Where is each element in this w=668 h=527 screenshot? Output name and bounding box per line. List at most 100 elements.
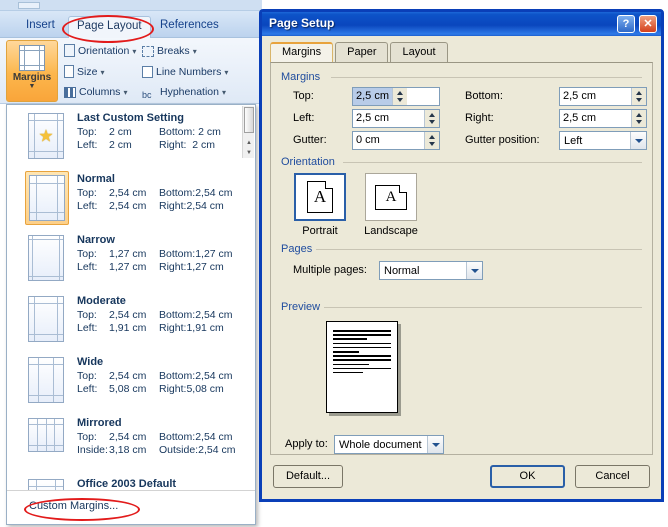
bottom-margin-stepper[interactable] xyxy=(631,88,646,105)
tab-layout[interactable]: Layout xyxy=(390,42,448,63)
page-glyph: A xyxy=(385,188,397,205)
line-numbers-command[interactable]: Line Numbers ▾ xyxy=(142,63,228,82)
top-margin-stepper[interactable] xyxy=(392,88,408,105)
chevron-down-icon[interactable] xyxy=(427,436,443,453)
scrollbar-thumb[interactable] xyxy=(244,107,254,133)
right-label: Right: xyxy=(465,112,494,124)
preset-title: Wide xyxy=(77,356,104,368)
qat-placeholder xyxy=(18,2,40,9)
cancel-button-label: Cancel xyxy=(595,470,630,482)
gutter-position-value: Left xyxy=(564,134,583,147)
gutter-position-select[interactable]: Left xyxy=(559,131,647,150)
margins-gallery-dropdown: ★ Last Custom Setting Top: 2 cm Bottom: … xyxy=(6,104,256,525)
thumb-wrap xyxy=(25,171,69,225)
margin-preview-icon xyxy=(28,296,64,342)
right-value: 1,27 cm xyxy=(186,261,224,273)
bottom-label: Bottom: xyxy=(159,187,196,199)
preset-title: Office 2003 Default xyxy=(77,478,177,490)
breaks-command[interactable]: Breaks ▾ xyxy=(142,42,197,61)
chevron-down-icon[interactable] xyxy=(466,262,482,279)
left-margin-stepper[interactable] xyxy=(424,110,439,127)
dialog-body: Margins Paper Layout Margins Top: 2,5 cm xyxy=(262,36,661,499)
list-item[interactable]: Moderate Top: 2,54 cm Bottom:2,54 cm Lef… xyxy=(7,288,255,349)
portrait-label: Portrait xyxy=(290,225,350,237)
left-label: Left: xyxy=(77,383,98,395)
breaks-label: Breaks xyxy=(157,45,190,57)
left-label: Left: xyxy=(77,322,98,334)
bottom-value: 1,27 cm xyxy=(195,248,233,260)
tab-page-layout-label: Page Layout xyxy=(77,20,142,32)
tab-margins[interactable]: Margins xyxy=(270,42,334,63)
tab-paper[interactable]: Paper xyxy=(335,42,389,63)
landscape-option[interactable]: A xyxy=(365,173,417,221)
columns-command[interactable]: Columns ▾ xyxy=(64,83,127,102)
tab-page-layout[interactable]: Page Layout xyxy=(68,16,151,38)
right-margin-stepper[interactable] xyxy=(631,110,646,127)
chevron-down-icon[interactable] xyxy=(630,132,646,149)
gutter-input[interactable]: 0 cm xyxy=(352,131,440,150)
portrait-option[interactable]: A xyxy=(294,173,346,221)
list-item[interactable]: Wide Top: 2,54 cm Bottom:2,54 cm Left: 5… xyxy=(7,349,255,410)
preview-group-label: Preview xyxy=(281,301,326,313)
thumb-wrap xyxy=(25,354,69,408)
scroll-down-icon[interactable]: ▼ xyxy=(246,150,252,156)
size-command[interactable]: Size ▾ xyxy=(64,63,104,82)
bottom-margin-value: 2,5 cm xyxy=(563,90,597,102)
tab-margins-label: Margins xyxy=(282,46,322,58)
gallery-scrollbar[interactable]: ▲ ▼ xyxy=(242,106,254,158)
cancel-button[interactable]: Cancel xyxy=(575,465,650,488)
margin-preview-icon: ★ xyxy=(28,113,64,159)
tab-references[interactable]: References xyxy=(152,16,227,38)
bottom-value: 2,54 cm xyxy=(195,431,233,443)
margins-button[interactable]: Margins ▼ xyxy=(6,40,58,102)
preset-title: Moderate xyxy=(77,295,126,307)
default-button[interactable]: Default... xyxy=(273,465,343,488)
list-item[interactable]: Normal Top: 2,54 cm Bottom:2,54 cm Left:… xyxy=(7,166,255,227)
tab-insert[interactable]: Insert xyxy=(18,16,63,38)
inside-value: 3,18 cm xyxy=(109,444,147,456)
pages-group-label: Pages xyxy=(281,243,318,255)
bottom-label: Bottom: xyxy=(465,90,503,102)
right-margin-input[interactable]: 2,5 cm xyxy=(559,109,647,128)
inside-label: Inside: xyxy=(77,444,108,456)
list-item[interactable]: ★ Last Custom Setting Top: 2 cm Bottom: … xyxy=(7,105,255,166)
preset-text: Mirrored Top: 2,54 cm Bottom:2,54 cm Ins… xyxy=(77,415,254,457)
hyphenation-label: Hyphenation xyxy=(160,86,219,98)
help-button[interactable]: ? xyxy=(617,15,635,33)
margins-group-label: Margins xyxy=(281,71,326,83)
orientation-icon xyxy=(64,44,75,57)
dialog-titlebar: Page Setup ? ✕ xyxy=(262,12,661,36)
gutter-stepper[interactable] xyxy=(424,132,439,149)
left-margin-input[interactable]: 2,5 cm xyxy=(352,109,440,128)
screenshot-root: Insert Page Layout References Margins ▼ … xyxy=(0,0,668,527)
gutter-position-label: Gutter position: xyxy=(465,134,540,146)
top-margin-input[interactable]: 2,5 cm xyxy=(352,87,440,106)
close-icon: ✕ xyxy=(643,18,653,30)
group-divider xyxy=(343,162,642,163)
top-label: Top: xyxy=(77,309,97,321)
list-item[interactable]: Mirrored Top: 2,54 cm Bottom:2,54 cm Ins… xyxy=(7,410,255,471)
custom-margins-label: Custom Margins... xyxy=(29,500,119,512)
top-label: Top: xyxy=(77,126,97,138)
preset-text: Office 2003 Default Top: 2,54 cm Bottom:… xyxy=(77,476,254,490)
list-item[interactable]: Office 2003 Default Top: 2,54 cm Bottom:… xyxy=(7,471,255,490)
multiple-pages-select[interactable]: Normal xyxy=(379,261,483,280)
ok-button[interactable]: OK xyxy=(490,465,565,488)
thumb-wrap xyxy=(25,293,69,347)
apply-to-select[interactable]: Whole document xyxy=(334,435,444,454)
close-button[interactable]: ✕ xyxy=(639,15,657,33)
thumb-wrap xyxy=(25,232,69,286)
scroll-up-icon[interactable]: ▲ xyxy=(246,140,252,146)
list-item[interactable]: Narrow Top: 1,27 cm Bottom:1,27 cm Left:… xyxy=(7,227,255,288)
group-divider xyxy=(331,77,642,78)
orientation-command[interactable]: Orientation ▾ xyxy=(64,42,136,61)
margin-preview-icon xyxy=(28,357,64,403)
group-divider xyxy=(316,249,642,250)
preset-text: Wide Top: 2,54 cm Bottom:2,54 cm Left: 5… xyxy=(77,354,254,396)
hyphenation-command[interactable]: bc Hyphenation ▾ xyxy=(142,83,226,102)
top-label: Top: xyxy=(293,90,314,102)
gutter-value: 0 cm xyxy=(356,134,380,146)
bottom-margin-input[interactable]: 2,5 cm xyxy=(559,87,647,106)
left-value: 1,27 cm xyxy=(109,261,147,273)
custom-margins-item[interactable]: Custom Margins... xyxy=(24,498,123,514)
